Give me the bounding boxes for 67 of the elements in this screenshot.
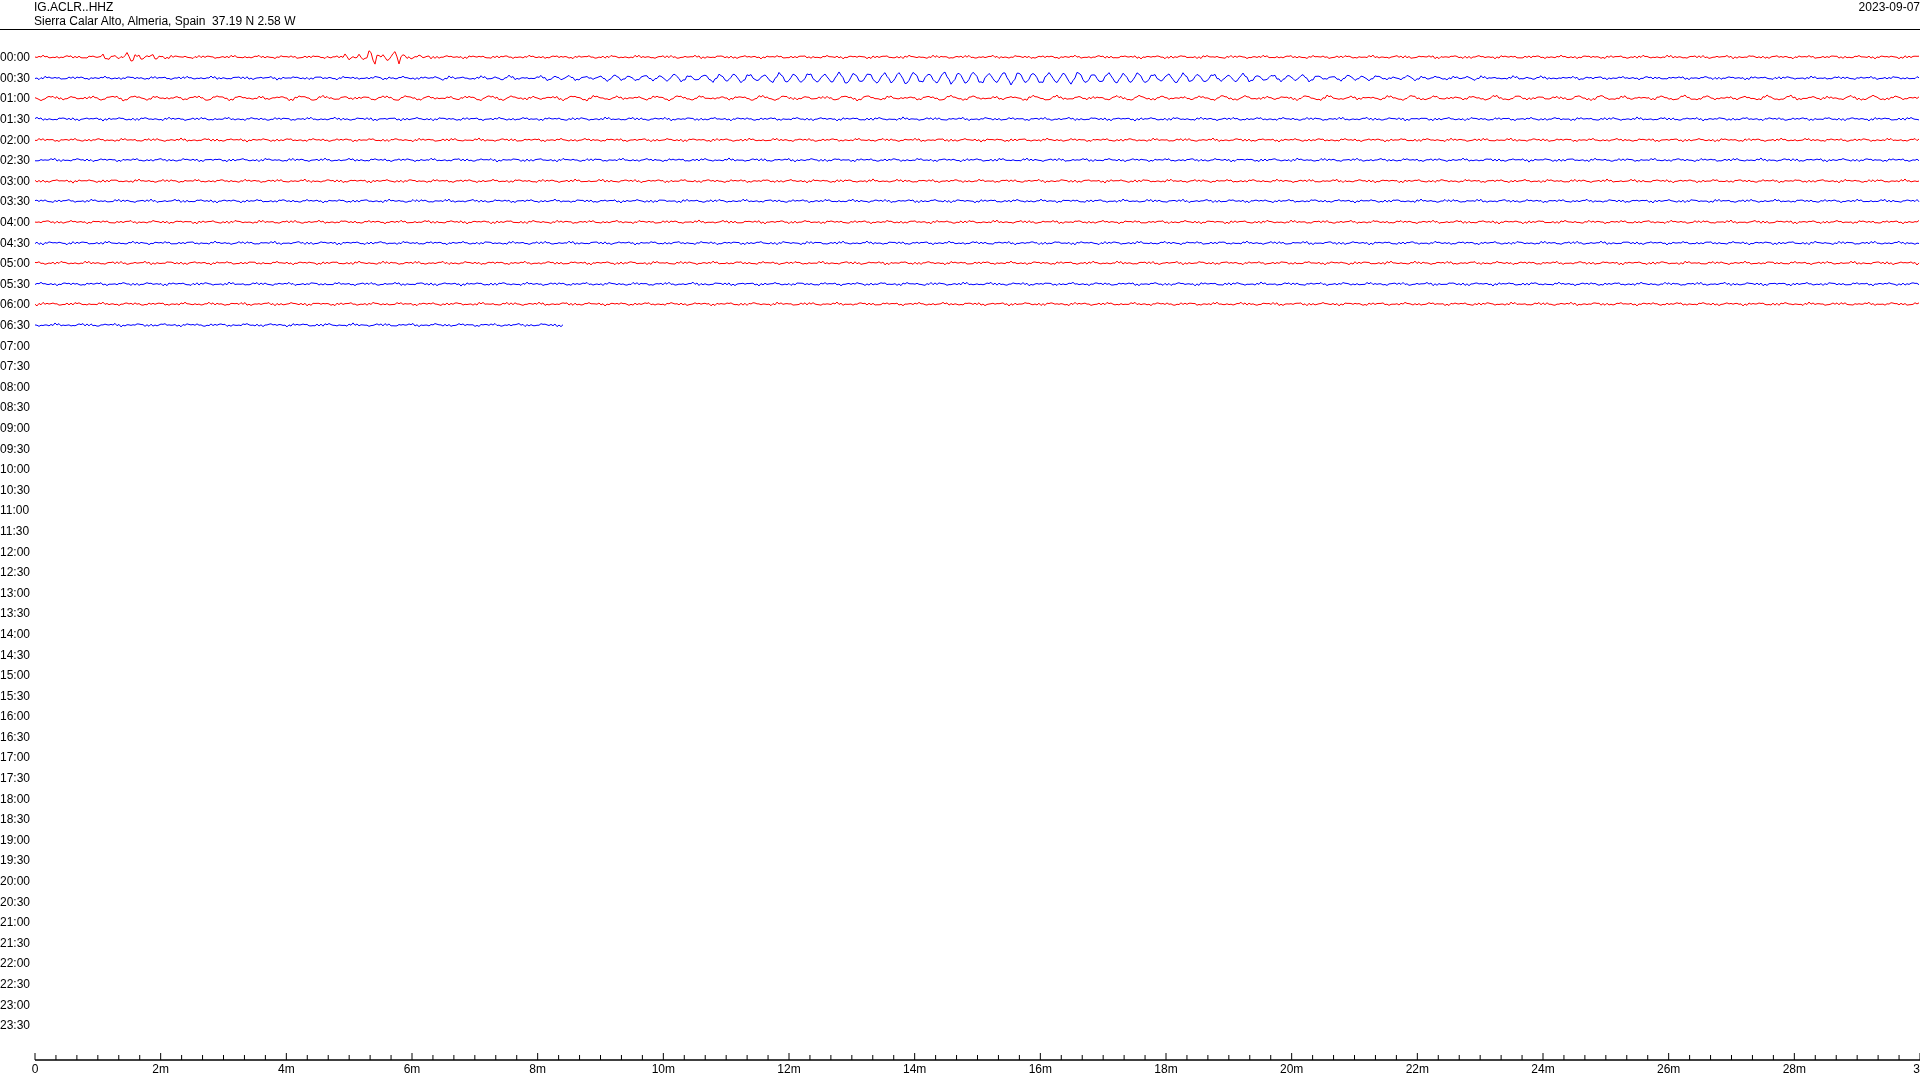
time-label: 07:00 <box>0 338 32 353</box>
time-label: 15:30 <box>0 688 32 703</box>
time-label: 12:00 <box>0 544 32 559</box>
time-label: 12:30 <box>0 565 32 580</box>
time-label: 13:00 <box>0 585 32 600</box>
axis-label: 3 <box>1913 1062 1920 1076</box>
time-label: 20:00 <box>0 874 32 889</box>
axis-label: 0 <box>31 1062 39 1076</box>
axis-label: 28m <box>1782 1062 1806 1076</box>
station-code: IG.ACLR..HHZ <box>34 0 114 14</box>
station-location: Sierra Calar Alto, Almeria, Spain 37.19 N 2.58 W <box>34 14 296 28</box>
time-label: 19:00 <box>0 832 32 847</box>
time-label: 01:30 <box>0 112 32 127</box>
time-label: 09:00 <box>0 421 32 435</box>
axis-label: 6m <box>403 1062 421 1076</box>
axis-label: 26m <box>1657 1062 1681 1076</box>
time-label: 17:30 <box>0 771 32 786</box>
time-label: 18:30 <box>0 812 32 827</box>
date-label: 2023-09-07 <box>1858 0 1920 14</box>
time-label: 00:00 <box>0 50 32 65</box>
axis-label: 2m <box>152 1062 169 1076</box>
axis-label: 8m <box>529 1062 546 1076</box>
time-label: 20:30 <box>0 894 32 909</box>
time-label: 14:30 <box>0 647 32 662</box>
time-label: 23:30 <box>0 1018 32 1033</box>
time-label: 14:00 <box>0 626 32 641</box>
axis-label: 20m <box>1280 1062 1304 1076</box>
time-label: 15:00 <box>0 668 32 683</box>
time-label: 10:00 <box>0 462 32 477</box>
time-label: 01:00 <box>0 91 32 106</box>
time-label: 21:00 <box>0 915 32 930</box>
axis-label: 18m <box>1154 1062 1178 1076</box>
time-label: 09:30 <box>0 441 32 456</box>
time-label: 21:30 <box>0 935 32 950</box>
time-label: 04:00 <box>0 215 32 230</box>
time-label: 19:30 <box>0 853 32 868</box>
time-label: 22:30 <box>0 977 32 991</box>
axis-label: 22m <box>1405 1062 1429 1076</box>
time-label: 00:30 <box>0 70 32 85</box>
axis-label: 10m <box>651 1062 675 1076</box>
time-label: 07:30 <box>0 359 32 374</box>
axis-label: 4m <box>278 1062 295 1076</box>
time-label: 16:30 <box>0 729 32 744</box>
axis-label: 12m <box>777 1062 801 1076</box>
time-label: 11:30 <box>0 523 31 538</box>
time-label: 08:00 <box>0 379 32 394</box>
axis-label: 16m <box>1028 1062 1052 1076</box>
time-label: 05:30 <box>0 276 32 291</box>
time-label: 06:00 <box>0 297 32 312</box>
axis-label: 24m <box>1531 1062 1555 1076</box>
time-label: 02:30 <box>0 153 32 168</box>
axis-label: 14m <box>903 1062 927 1076</box>
time-label: 05:00 <box>0 256 32 271</box>
time-label: 22:00 <box>0 956 32 971</box>
time-label: 08:30 <box>0 400 32 415</box>
time-label: 10:30 <box>0 482 32 497</box>
time-label: 04:30 <box>0 235 32 250</box>
time-label: 16:00 <box>0 709 32 724</box>
time-label: 23:00 <box>0 997 32 1012</box>
time-label: 17:00 <box>0 750 32 765</box>
time-label: 13:30 <box>0 606 32 621</box>
time-label: 03:30 <box>0 194 32 209</box>
time-label: 02:00 <box>0 132 32 147</box>
time-label: 18:00 <box>0 791 32 806</box>
time-label: 06:30 <box>0 318 32 332</box>
time-label: 11:00 <box>0 503 31 518</box>
time-label: 03:00 <box>0 173 32 188</box>
